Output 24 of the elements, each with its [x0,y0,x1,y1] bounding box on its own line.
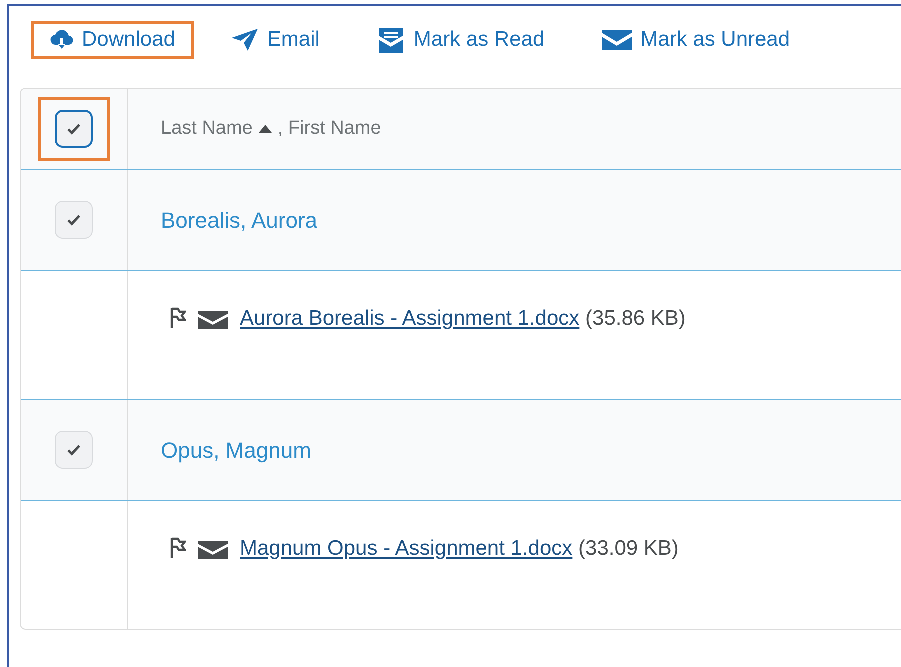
flag-icon[interactable] [170,307,186,329]
envelope-icon[interactable] [198,311,228,329]
cloud-download-icon [50,29,74,51]
checkmark-icon [67,123,81,135]
file-link[interactable]: Aurora Borealis - Assignment 1.docx [240,307,580,330]
sort-up-icon [258,125,272,133]
toolbar-button[interactable]: Mark as Unread [582,21,810,59]
email-button[interactable]: Email [212,21,339,59]
file-link[interactable]: Magnum Opus - Assignment 1.docx [240,537,573,560]
paper-plane-icon [231,28,260,52]
download-button[interactable]: Download [31,21,194,59]
file-size: (35.86 KB) [586,307,686,330]
envelope-icon[interactable] [198,541,228,559]
student-name-link[interactable]: Borealis, Aurora [161,204,318,236]
toolbar-button[interactable]: Mark as Read [356,21,564,59]
student-name-link[interactable]: Opus, Magnum [161,434,312,466]
file-size: (33.09 KB) [578,537,679,560]
envelope-icon [600,29,633,51]
checkbox[interactable] [55,110,93,148]
sort-link[interactable]: Last Name [161,114,253,144]
flag-icon[interactable] [170,537,186,559]
column-label[interactable]: , First Name [278,114,382,144]
checkmark-icon [67,214,81,226]
checkmark-icon [67,444,81,456]
